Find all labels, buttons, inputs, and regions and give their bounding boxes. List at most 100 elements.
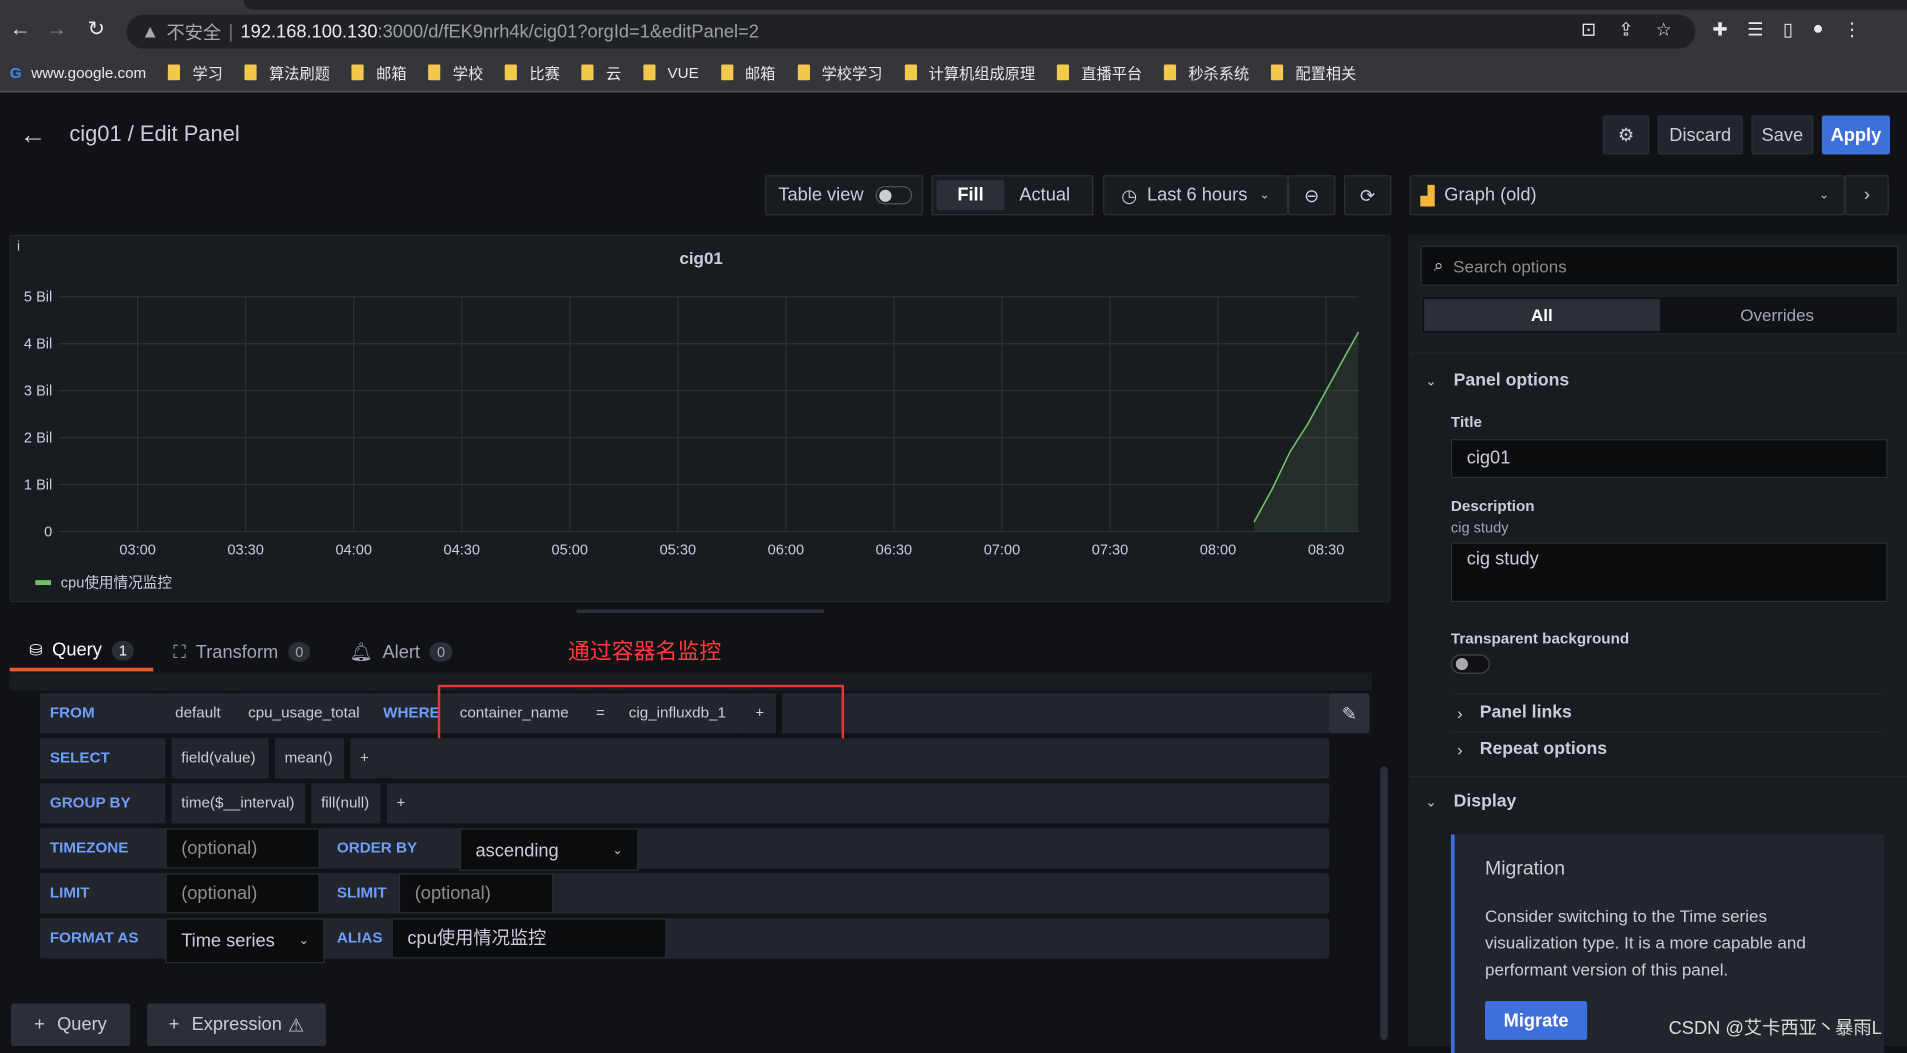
bookmark-item[interactable]: 配置相关 <box>1271 61 1356 84</box>
format-select[interactable]: Time series ⌄ <box>165 918 325 964</box>
fill-button[interactable]: Fill <box>936 180 1005 211</box>
bookmark-item[interactable]: 算法刷题 <box>244 61 330 84</box>
address-bar[interactable]: ▲ 不安全 | 192.168.100.130 :3000/d/fEK9nrh4… <box>126 14 1696 49</box>
bookmark-item[interactable]: 学习 <box>168 61 223 84</box>
time-picker[interactable]: ◷ Last 6 hours ⌄ <box>1103 175 1288 216</box>
actual-button[interactable]: Actual <box>1005 180 1085 210</box>
x-tick-label: 08:30 <box>1308 543 1344 559</box>
visualization-label: Graph (old) <box>1444 184 1537 206</box>
panel-links-section[interactable]: › Panel links <box>1457 703 1572 722</box>
group-by-fill[interactable]: fill(null) <box>305 783 379 824</box>
menu-icon[interactable]: ⋮ <box>1843 18 1861 40</box>
legend-item[interactable]: cpu使用情况监控 <box>35 572 172 593</box>
tab-all[interactable]: All <box>1424 299 1660 331</box>
search-options-input[interactable]: ⌕ Search options <box>1420 245 1899 286</box>
reading-list-icon[interactable]: ☰ <box>1747 18 1763 40</box>
panel-options-section[interactable]: ⌄ Panel options <box>1425 371 1569 390</box>
tab-transform[interactable]: ⛶ Transform 0 <box>154 632 330 671</box>
bookmark-item[interactable]: Gwww.google.com <box>10 64 146 81</box>
slimit-input[interactable]: (optional) <box>398 873 554 914</box>
bookmark-item[interactable]: 学校 <box>428 61 483 84</box>
discard-button[interactable]: Discard <box>1657 115 1743 155</box>
bookmark-item[interactable]: 计算机组成原理 <box>904 61 1035 84</box>
transparent-toggle[interactable] <box>1450 654 1490 674</box>
order-select[interactable]: ascending ⌄ <box>459 828 639 871</box>
display-section[interactable]: ⌄ Display <box>1425 792 1516 811</box>
warning-icon: ⚠ <box>287 1015 305 1036</box>
migration-title: Migration <box>1484 858 1566 880</box>
select-label: SELECT <box>40 738 159 779</box>
plus-icon: + <box>34 1014 45 1036</box>
bookmark-item[interactable]: 学校学习 <box>797 61 882 84</box>
select-field[interactable]: field(value) <box>165 738 266 779</box>
tab-count: 0 <box>429 642 453 662</box>
save-button[interactable]: Save <box>1751 115 1814 155</box>
bookmarks-bar: Gwww.google.com 学习 算法刷题 邮箱 学校 比赛 云 VUE 邮箱 学校学习 计算机… <box>0 53 1907 93</box>
repeat-options-section[interactable]: › Repeat options <box>1457 740 1607 759</box>
x-tick-label: 08:00 <box>1200 543 1236 559</box>
database-icon: ⛁ <box>29 640 43 659</box>
collapse-options-button[interactable]: › <box>1844 175 1889 216</box>
table-view-toggle[interactable]: Table view <box>764 175 924 216</box>
query-scrollbar[interactable] <box>1380 766 1388 1040</box>
side-panel-icon[interactable]: ▯ <box>1783 18 1793 40</box>
bookmark-item[interactable]: 秒杀系统 <box>1164 61 1249 84</box>
measurement[interactable]: cpu_usage_total <box>238 693 370 734</box>
bookmark-item[interactable]: 直播平台 <box>1056 61 1142 84</box>
extensions-icon[interactable]: ✚ <box>1712 18 1727 40</box>
share-icon[interactable]: ⇪ <box>1618 18 1633 40</box>
edit-query-button[interactable]: ✎ <box>1329 693 1370 734</box>
group-by-time[interactable]: time($__interval) <box>165 783 305 824</box>
refresh-button[interactable]: ⟳ <box>1343 175 1392 216</box>
tab-alert[interactable]: 🔔︎ Alert 0 <box>330 632 472 671</box>
back-arrow-icon[interactable]: ← <box>19 119 46 151</box>
tab-overrides[interactable]: Overrides <box>1660 299 1895 331</box>
alias-input[interactable]: cpu使用情况监控 <box>391 918 667 959</box>
limit-input[interactable]: (optional) <box>165 873 320 914</box>
x-tick-label: 07:00 <box>984 543 1020 559</box>
reload-icon[interactable]: ↻ <box>88 17 105 41</box>
forward-icon[interactable]: → <box>46 17 67 41</box>
tab-query[interactable]: ⛁ Query 1 <box>9 632 154 672</box>
title-label: Title <box>1450 413 1482 431</box>
star-icon[interactable]: ☆ <box>1655 18 1671 40</box>
migrate-button[interactable]: Migrate <box>1484 1001 1588 1040</box>
title-input[interactable]: cig01 <box>1450 439 1888 479</box>
group-by-label: GROUP BY <box>40 783 159 824</box>
add-expression-button[interactable]: + Expression ⚠ <box>147 1003 326 1047</box>
bookmark-item[interactable]: 比赛 <box>505 61 560 84</box>
x-tick-label: 03:00 <box>119 543 155 559</box>
back-icon[interactable]: ← <box>10 17 31 41</box>
settings-button[interactable]: ⚙ <box>1602 115 1650 155</box>
folder-icon <box>720 64 733 81</box>
pencil-icon: ✎ <box>1341 703 1358 725</box>
bookmark-label: 算法刷题 <box>269 65 330 83</box>
y-tick-label: 0 <box>44 524 52 540</box>
timezone-input[interactable]: (optional) <box>165 828 320 869</box>
folder-icon <box>581 64 594 81</box>
resize-handle[interactable] <box>576 609 825 614</box>
description-textarea[interactable]: cig study <box>1450 542 1888 603</box>
tab-count: 1 <box>111 640 135 660</box>
add-query-button[interactable]: + Query <box>10 1003 131 1047</box>
add-query-label: Query <box>57 1014 107 1036</box>
options-tabs: All Overrides <box>1420 295 1899 335</box>
bookmark-label: 邮箱 <box>744 65 776 83</box>
zoom-out-button[interactable]: ⊖ <box>1287 175 1336 216</box>
section-title: Panel options <box>1453 370 1570 391</box>
retention-policy[interactable]: default <box>165 693 231 734</box>
app: ← → ↻ ▲ 不安全 | 192.168.100.130 :3000/d/fE… <box>0 0 1907 1053</box>
translate-icon[interactable]: ⊡ <box>1581 18 1596 40</box>
bookmark-item[interactable]: 云 <box>581 61 621 84</box>
add-group-by-button[interactable]: + <box>380 783 416 824</box>
visualization-picker[interactable]: ▟ Graph (old) ⌄ <box>1409 175 1845 216</box>
bookmark-item[interactable]: 邮箱 <box>351 61 407 84</box>
select-function[interactable]: mean() <box>268 738 343 779</box>
profile-icon[interactable]: ● <box>1812 18 1823 40</box>
bookmark-item[interactable]: 邮箱 <box>720 61 776 84</box>
bookmark-label: 邮箱 <box>376 65 407 83</box>
add-select-button[interactable]: + <box>344 738 379 779</box>
apply-button[interactable]: Apply <box>1821 115 1890 155</box>
bookmark-item[interactable]: VUE <box>643 64 699 81</box>
toggle-switch[interactable] <box>875 186 913 205</box>
